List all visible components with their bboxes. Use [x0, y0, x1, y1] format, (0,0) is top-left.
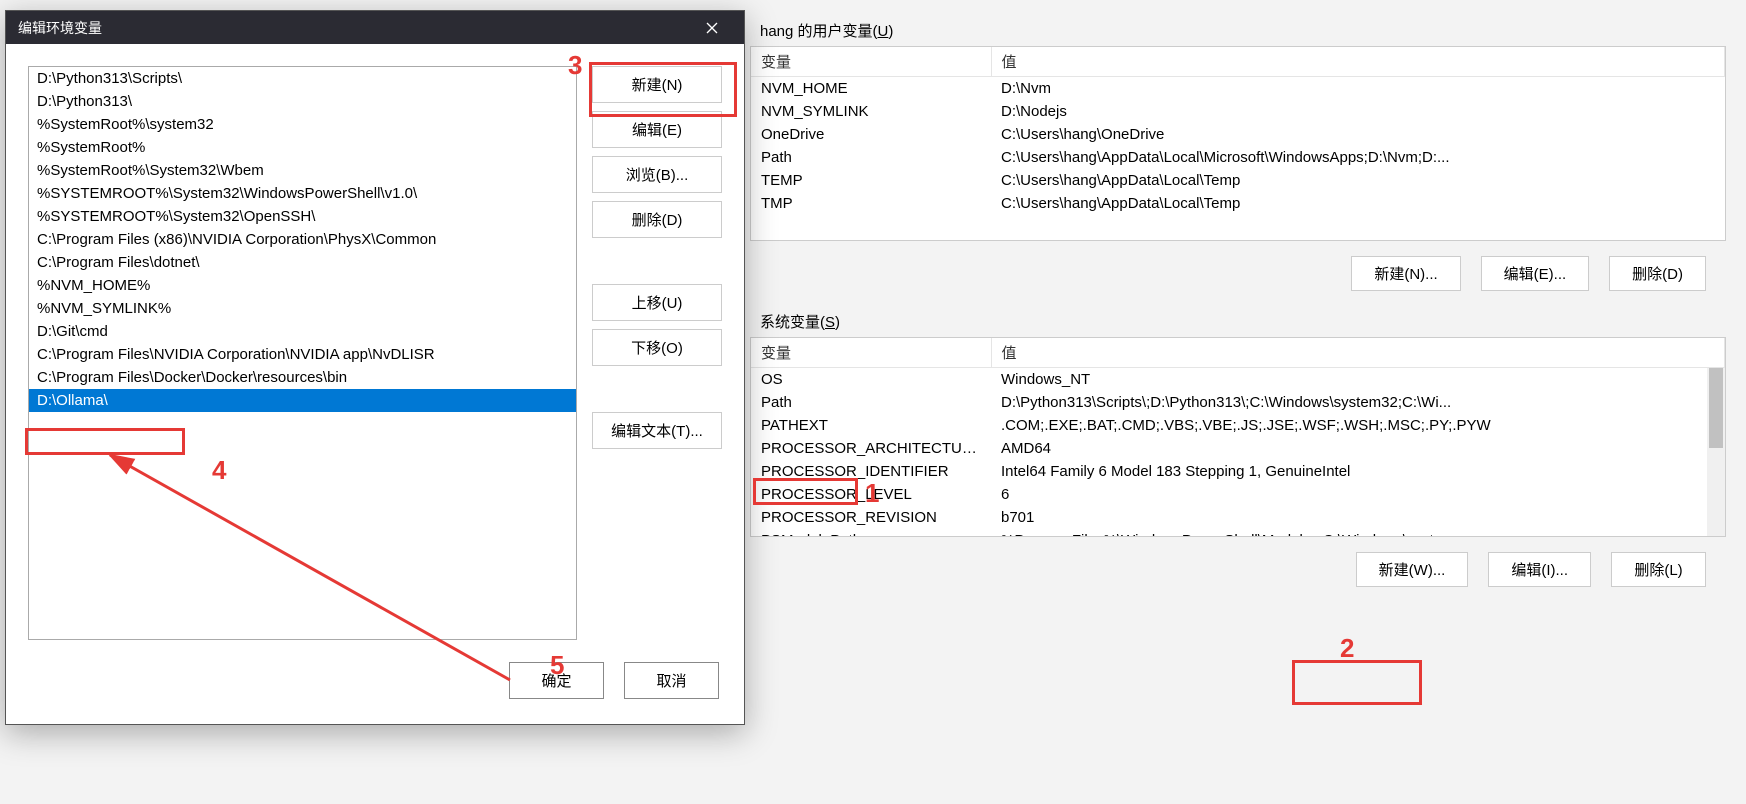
sys-delete-button[interactable]: 删除(L)	[1611, 552, 1706, 587]
edit-button[interactable]: 编辑(E)	[592, 111, 722, 148]
delete-button[interactable]: 删除(D)	[592, 201, 722, 238]
titlebar[interactable]: 编辑环境变量	[6, 11, 744, 44]
dialog-footer: 确定 取消	[6, 662, 744, 724]
list-item[interactable]: %SystemRoot%	[29, 136, 576, 159]
new-button[interactable]: 新建(N)	[592, 66, 722, 103]
sys-vars-table[interactable]: 变量 值 OSWindows_NTPathD:\Python313\Script…	[750, 337, 1726, 537]
list-item[interactable]: C:\Program Files\NVIDIA Corporation\NVID…	[29, 343, 576, 366]
var-value: D:\Nvm	[991, 77, 1725, 101]
env-vars-window: hang 的用户变量(U) 变量 值 NVM_HOMED:\NvmNVM_SYM…	[740, 0, 1746, 804]
var-name: PROCESSOR_REVISION	[751, 506, 991, 529]
var-value: D:\Python313\Scripts\;D:\Python313\;C:\W…	[991, 391, 1725, 414]
list-item[interactable]: D:\Git\cmd	[29, 320, 576, 343]
var-value: AMD64	[991, 437, 1725, 460]
col-value[interactable]: 值	[991, 47, 1725, 77]
close-button[interactable]	[692, 11, 732, 44]
cancel-button[interactable]: 取消	[624, 662, 719, 699]
table-row[interactable]: NVM_HOMED:\Nvm	[751, 77, 1725, 101]
user-new-button[interactable]: 新建(N)...	[1351, 256, 1460, 291]
list-item[interactable]: D:\Python313\	[29, 90, 576, 113]
browse-button[interactable]: 浏览(B)...	[592, 156, 722, 193]
user-edit-button[interactable]: 编辑(E)...	[1481, 256, 1590, 291]
table-row[interactable]: NVM_SYMLINKD:\Nodejs	[751, 100, 1725, 123]
var-name: OS	[751, 368, 991, 392]
sys-vars-label: 系统变量(S)	[760, 311, 1726, 332]
close-icon	[706, 22, 718, 34]
var-value: b701	[991, 506, 1725, 529]
table-row[interactable]: PROCESSOR_IDENTIFIERIntel64 Family 6 Mod…	[751, 460, 1725, 483]
ok-button[interactable]: 确定	[509, 662, 604, 699]
list-item[interactable]: C:\Program Files (x86)\NVIDIA Corporatio…	[29, 228, 576, 251]
var-value: 6	[991, 483, 1725, 506]
table-row[interactable]: PSModulePath%ProgramFiles%\WindowsPowerS…	[751, 529, 1725, 537]
move-up-button[interactable]: 上移(U)	[592, 284, 722, 321]
list-item[interactable]: %SystemRoot%\System32\Wbem	[29, 159, 576, 182]
var-value: C:\Users\hang\AppData\Local\Microsoft\Wi…	[991, 146, 1725, 169]
var-name: PATHEXT	[751, 414, 991, 437]
edit-text-button[interactable]: 编辑文本(T)...	[592, 412, 722, 449]
list-item[interactable]: %NVM_HOME%	[29, 274, 576, 297]
list-item[interactable]: C:\Program Files\Docker\Docker\resources…	[29, 366, 576, 389]
sys-edit-button[interactable]: 编辑(I)...	[1488, 552, 1591, 587]
list-item[interactable]: %NVM_SYMLINK%	[29, 297, 576, 320]
table-row[interactable]: TMPC:\Users\hang\AppData\Local\Temp	[751, 192, 1725, 215]
var-name: TEMP	[751, 169, 991, 192]
user-vars-table[interactable]: 变量 值 NVM_HOMED:\NvmNVM_SYMLINKD:\NodejsO…	[750, 46, 1726, 241]
table-row[interactable]: OneDriveC:\Users\hang\OneDrive	[751, 123, 1725, 146]
var-name: PROCESSOR_IDENTIFIER	[751, 460, 991, 483]
path-list[interactable]: D:\Python313\Scripts\D:\Python313\%Syste…	[28, 66, 577, 640]
sys-new-button[interactable]: 新建(W)...	[1356, 552, 1469, 587]
var-value: C:\Users\hang\AppData\Local\Temp	[991, 169, 1725, 192]
list-item[interactable]: %SYSTEMROOT%\System32\WindowsPowerShell\…	[29, 182, 576, 205]
sys-vars-buttons: 新建(W)... 编辑(I)... 删除(L)	[750, 552, 1706, 587]
table-row[interactable]: PROCESSOR_REVISIONb701	[751, 506, 1725, 529]
var-value: Windows_NT	[991, 368, 1725, 392]
col-variable[interactable]: 变量	[751, 338, 991, 368]
side-buttons: 新建(N) 编辑(E) 浏览(B)... 删除(D) 上移(U) 下移(O) 编…	[592, 66, 722, 640]
list-item[interactable]: D:\Python313\Scripts\	[29, 67, 576, 90]
scrollbar-thumb[interactable]	[1709, 368, 1723, 448]
table-row[interactable]: PROCESSOR_LEVEL6	[751, 483, 1725, 506]
table-row[interactable]: OSWindows_NT	[751, 368, 1725, 392]
list-item[interactable]: D:\Ollama\	[29, 389, 576, 412]
var-name: TMP	[751, 192, 991, 215]
list-item[interactable]: %SystemRoot%\system32	[29, 113, 576, 136]
edit-env-var-dialog: 编辑环境变量 D:\Python313\Scripts\D:\Python313…	[5, 10, 745, 725]
table-row[interactable]: PATHEXT.COM;.EXE;.BAT;.CMD;.VBS;.VBE;.JS…	[751, 414, 1725, 437]
var-name: NVM_HOME	[751, 77, 991, 101]
var-name: PSModulePath	[751, 529, 991, 537]
user-vars-buttons: 新建(N)... 编辑(E)... 删除(D)	[750, 256, 1706, 291]
var-value: Intel64 Family 6 Model 183 Stepping 1, G…	[991, 460, 1725, 483]
table-row[interactable]: PathD:\Python313\Scripts\;D:\Python313\;…	[751, 391, 1725, 414]
user-delete-button[interactable]: 删除(D)	[1609, 256, 1706, 291]
list-item[interactable]: %SYSTEMROOT%\System32\OpenSSH\	[29, 205, 576, 228]
var-name: Path	[751, 391, 991, 414]
var-value: %ProgramFiles%\WindowsPowerShell\Modules…	[991, 529, 1725, 537]
table-row[interactable]: PROCESSOR_ARCHITECTUREAMD64	[751, 437, 1725, 460]
user-vars-label: hang 的用户变量(U)	[760, 20, 1726, 41]
var-value: C:\Users\hang\AppData\Local\Temp	[991, 192, 1725, 215]
var-name: PROCESSOR_ARCHITECTURE	[751, 437, 991, 460]
var-name: OneDrive	[751, 123, 991, 146]
dialog-title: 编辑环境变量	[18, 18, 102, 38]
var-value: C:\Users\hang\OneDrive	[991, 123, 1725, 146]
var-name: Path	[751, 146, 991, 169]
var-name: NVM_SYMLINK	[751, 100, 991, 123]
col-value[interactable]: 值	[991, 338, 1725, 368]
var-value: D:\Nodejs	[991, 100, 1725, 123]
col-variable[interactable]: 变量	[751, 47, 991, 77]
list-item[interactable]: C:\Program Files\dotnet\	[29, 251, 576, 274]
var-name: PROCESSOR_LEVEL	[751, 483, 991, 506]
table-row[interactable]: TEMPC:\Users\hang\AppData\Local\Temp	[751, 169, 1725, 192]
move-down-button[interactable]: 下移(O)	[592, 329, 722, 366]
var-value: .COM;.EXE;.BAT;.CMD;.VBS;.VBE;.JS;.JSE;.…	[991, 414, 1725, 437]
table-row[interactable]: PathC:\Users\hang\AppData\Local\Microsof…	[751, 146, 1725, 169]
